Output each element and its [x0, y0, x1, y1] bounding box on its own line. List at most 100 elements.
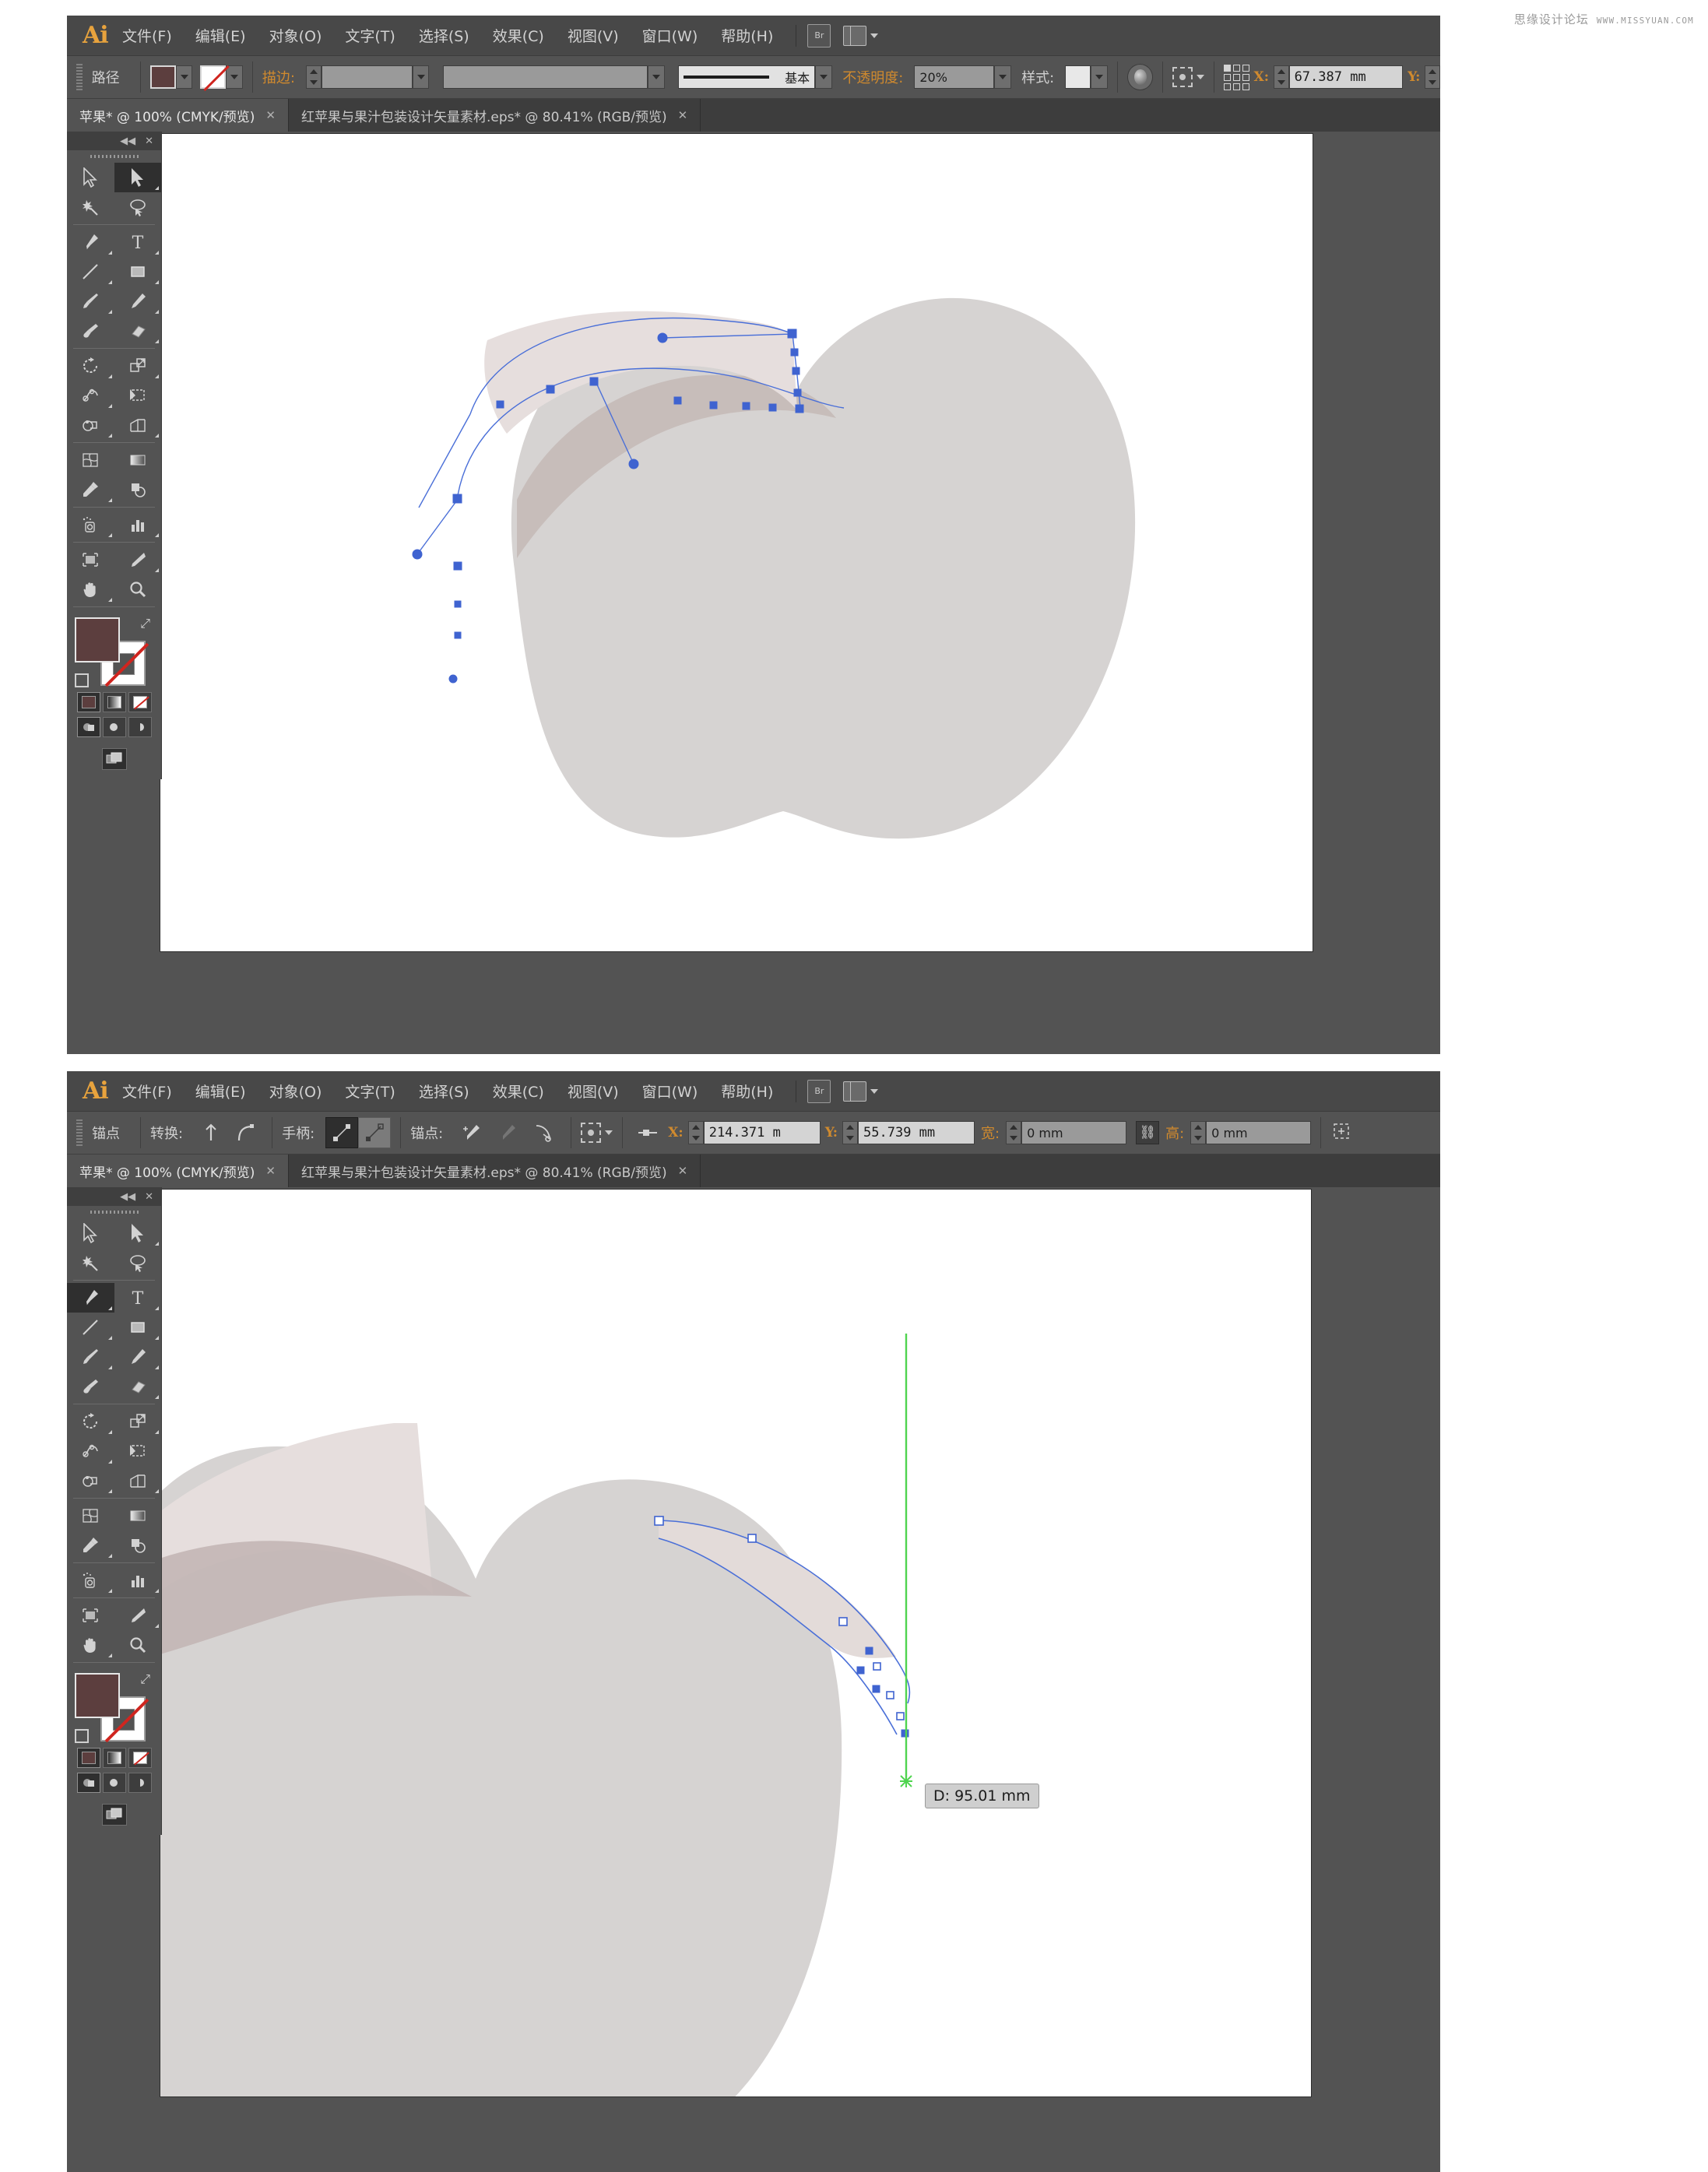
- close-panel-icon[interactable]: ✕: [145, 1191, 153, 1203]
- collapse-panel-icon[interactable]: ◀◀: [120, 1191, 135, 1203]
- constrain-proportions-icon[interactable]: ⛓: [1136, 1121, 1159, 1144]
- graphic-style-dropdown-icon[interactable]: [1091, 65, 1107, 89]
- stroke-profile-dropdown-icon[interactable]: [648, 65, 664, 89]
- menu-window[interactable]: 窗口(W): [631, 20, 710, 51]
- artwork-canvas-top[interactable]: [160, 134, 1313, 951]
- tool-rectangle[interactable]: [114, 257, 162, 286]
- tool-eraser[interactable]: [114, 1372, 162, 1401]
- fill-swatch-dropdown-icon[interactable]: [176, 65, 192, 89]
- change-screen-mode-button[interactable]: [102, 1804, 127, 1826]
- x-coordinate-field[interactable]: 214.371 m: [704, 1121, 821, 1144]
- arrange-documents-icon[interactable]: [843, 1081, 866, 1102]
- tool-perspective-grid[interactable]: [114, 1466, 162, 1495]
- tool-scale[interactable]: [114, 351, 162, 381]
- tool-width[interactable]: [67, 1436, 114, 1466]
- chevron-down-icon[interactable]: [870, 1089, 878, 1094]
- tool-slice[interactable]: [114, 545, 162, 575]
- close-icon[interactable]: ✕: [678, 108, 688, 122]
- stroke-swatch-dropdown-icon[interactable]: [226, 65, 242, 89]
- draw-inside-button[interactable]: [128, 1773, 152, 1793]
- tool-direct-selection[interactable]: [114, 1218, 162, 1248]
- menu-view[interactable]: 视图(V): [556, 20, 631, 51]
- document-tab-eps[interactable]: 红苹果与果汁包装设计矢量素材.eps* @ 80.41% (RGB/预览) ✕: [289, 99, 701, 132]
- tool-paintbrush[interactable]: [67, 286, 114, 316]
- draw-behind-button[interactable]: [103, 1773, 126, 1793]
- stroke-weight-stepper[interactable]: [306, 65, 322, 89]
- document-tab-apple[interactable]: 苹果* @ 100% (CMYK/预览) ✕: [67, 1155, 289, 1187]
- color-fill-mode-button[interactable]: [77, 692, 100, 712]
- tool-selection[interactable]: [67, 163, 114, 192]
- artwork-canvas-bottom[interactable]: [160, 1190, 1311, 2096]
- menu-effect[interactable]: 效果(C): [481, 20, 556, 51]
- add-anchor-button[interactable]: [454, 1119, 490, 1146]
- fill-color-indicator[interactable]: [75, 617, 120, 662]
- tool-magic-wand[interactable]: [67, 192, 114, 222]
- chevron-down-icon[interactable]: [605, 1130, 613, 1135]
- tool-magic-wand[interactable]: [67, 1248, 114, 1278]
- isolate-selection-icon[interactable]: [581, 1123, 601, 1143]
- tool-artboard[interactable]: [67, 545, 114, 575]
- tool-zoom[interactable]: [114, 575, 162, 604]
- tool-direct-selection[interactable]: [114, 163, 162, 192]
- close-icon[interactable]: ✕: [265, 108, 276, 122]
- bridge-icon[interactable]: Br: [807, 24, 831, 47]
- menu-view[interactable]: 视图(V): [556, 1076, 631, 1106]
- tool-free-transform[interactable]: [114, 381, 162, 410]
- convert-to-corner-button[interactable]: [194, 1119, 228, 1146]
- draw-inside-button[interactable]: [128, 717, 152, 737]
- show-handles-button[interactable]: [325, 1117, 358, 1148]
- menu-select[interactable]: 选择(S): [407, 20, 481, 51]
- apple-body-shape[interactable]: [511, 298, 1135, 838]
- hide-handles-button[interactable]: [358, 1117, 391, 1148]
- none-fill-mode-button[interactable]: [128, 692, 152, 712]
- tool-type[interactable]: T: [114, 227, 162, 257]
- gradient-fill-mode-button[interactable]: [103, 1748, 126, 1768]
- tool-mesh[interactable]: [67, 1501, 114, 1531]
- tool-symbol-sprayer[interactable]: [67, 510, 114, 539]
- tool-scale[interactable]: [114, 1407, 162, 1436]
- tool-blend[interactable]: [114, 475, 162, 504]
- fill-color-swatch[interactable]: [150, 65, 176, 89]
- arrange-documents-icon[interactable]: [843, 26, 866, 46]
- menu-window[interactable]: 窗口(W): [631, 1076, 710, 1106]
- tool-type[interactable]: T: [114, 1283, 162, 1313]
- none-fill-mode-button[interactable]: [128, 1748, 152, 1768]
- align-reference-icon[interactable]: [632, 1126, 663, 1139]
- menu-type[interactable]: 文字(T): [333, 20, 406, 51]
- draw-normal-button[interactable]: [77, 1773, 100, 1793]
- cut-path-button[interactable]: [525, 1119, 561, 1146]
- brush-definition-dropdown-icon[interactable]: [815, 65, 831, 89]
- graphic-style-swatch[interactable]: [1065, 65, 1091, 89]
- brush-definition-combo[interactable]: 基本: [678, 65, 815, 89]
- chevron-down-icon[interactable]: [870, 33, 878, 38]
- x-coordinate-field[interactable]: 67.387 mm: [1289, 65, 1404, 89]
- draw-normal-button[interactable]: [77, 717, 100, 737]
- y-coordinate-stepper[interactable]: [842, 1121, 858, 1144]
- stroke-color-swatch-none[interactable]: [200, 65, 226, 89]
- gradient-fill-mode-button[interactable]: [103, 692, 126, 712]
- y-coordinate-stepper[interactable]: [1425, 65, 1440, 89]
- tool-line-segment[interactable]: [67, 257, 114, 286]
- tool-zoom[interactable]: [114, 1630, 162, 1660]
- collapse-panel-icon[interactable]: ◀◀: [120, 135, 135, 147]
- x-coordinate-stepper[interactable]: [688, 1121, 704, 1144]
- tool-pencil[interactable]: [114, 286, 162, 316]
- tool-column-graph[interactable]: [114, 1566, 162, 1595]
- menu-object[interactable]: 对象(O): [258, 20, 334, 51]
- tool-symbol-sprayer[interactable]: [67, 1566, 114, 1595]
- tool-pencil[interactable]: [114, 1342, 162, 1372]
- fill-color-indicator[interactable]: [75, 1673, 120, 1718]
- tool-rotate[interactable]: [67, 351, 114, 381]
- width-field[interactable]: 0 mm: [1021, 1121, 1126, 1144]
- tool-blob-brush[interactable]: [67, 316, 114, 346]
- tool-hand[interactable]: [67, 575, 114, 604]
- tool-artboard[interactable]: [67, 1601, 114, 1630]
- document-tab-apple[interactable]: 苹果* @ 100% (CMYK/预览) ✕: [67, 99, 289, 132]
- tool-width[interactable]: [67, 381, 114, 410]
- tool-perspective-grid[interactable]: [114, 410, 162, 440]
- tool-panel-grip[interactable]: [67, 150, 161, 163]
- tool-eyedropper[interactable]: [67, 1531, 114, 1560]
- tool-selection[interactable]: [67, 1218, 114, 1248]
- tool-shape-builder[interactable]: [67, 1466, 114, 1495]
- menu-help[interactable]: 帮助(H): [709, 20, 785, 51]
